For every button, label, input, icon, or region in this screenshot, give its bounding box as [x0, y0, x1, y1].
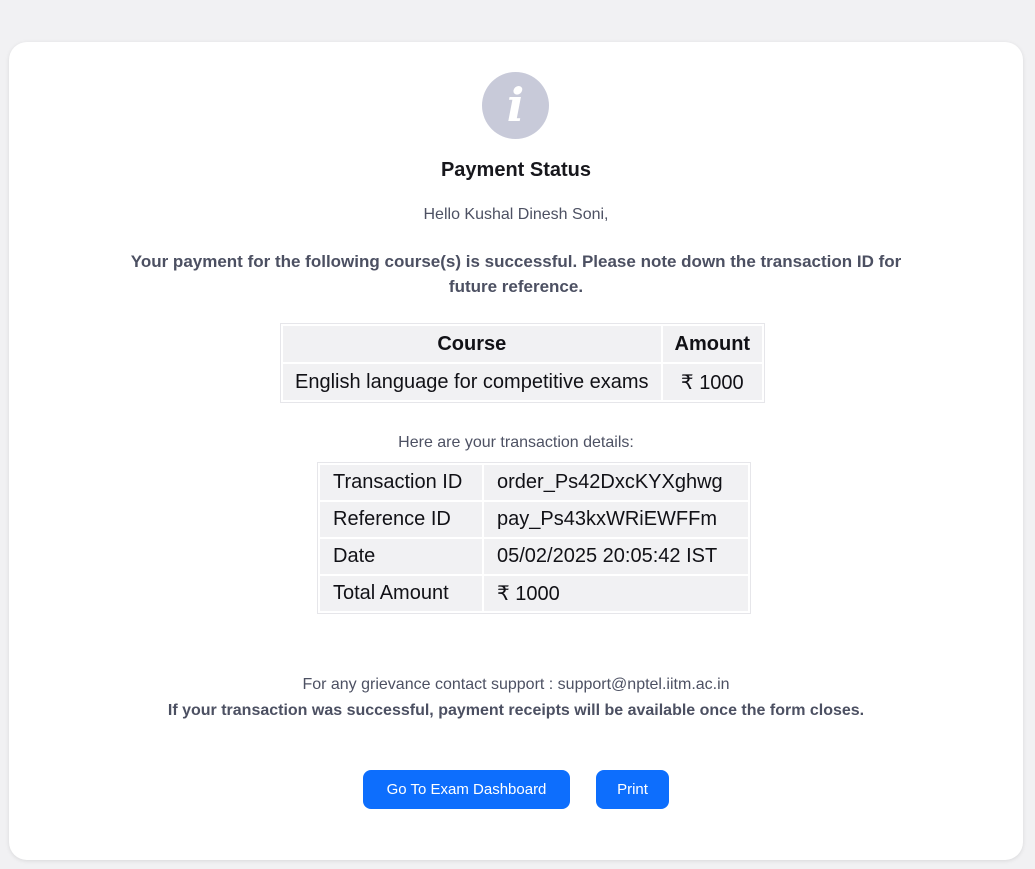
receipt-note: If your transaction was successful, paym…: [167, 702, 865, 719]
date-value: 05/02/2025 20:05:42 IST: [484, 539, 748, 574]
payment-status-card: i Payment Status Hello Kushal Dinesh Son…: [9, 42, 1023, 860]
reference-id-value: pay_Ps43kxWRiEWFFm: [484, 502, 748, 537]
greeting-text: Hello Kushal Dinesh Soni,: [423, 206, 609, 223]
table-header-row: Course Amount: [283, 326, 763, 362]
details-intro: Here are your transaction details:: [398, 434, 634, 451]
amount-header: Amount: [662, 326, 763, 362]
print-button[interactable]: Print: [596, 770, 669, 809]
total-amount-label: Total Amount: [320, 576, 482, 611]
table-row: English language for competitive exams ₹…: [283, 364, 763, 400]
page-title: Payment Status: [440, 159, 592, 181]
table-row: Date 05/02/2025 20:05:42 IST: [320, 539, 748, 574]
success-message: Your payment for the following course(s)…: [130, 252, 902, 296]
transaction-id-value: order_Ps42DxcKYXghwg: [484, 465, 748, 500]
transaction-id-label: Transaction ID: [320, 465, 482, 500]
date-label: Date: [320, 539, 482, 574]
course-header: Course: [283, 326, 661, 362]
course-name: English language for competitive exams: [283, 364, 661, 400]
reference-id-label: Reference ID: [320, 502, 482, 537]
go-to-exam-dashboard-button[interactable]: Go To Exam Dashboard: [363, 770, 570, 809]
total-amount-value: ₹ 1000: [484, 576, 748, 611]
course-amount: ₹ 1000: [662, 364, 763, 400]
info-icon: i: [482, 72, 549, 139]
table-row: Transaction ID order_Ps42DxcKYXghwg: [320, 465, 748, 500]
transaction-details-table: Transaction ID order_Ps42DxcKYXghwg Refe…: [317, 462, 751, 614]
table-row: Reference ID pay_Ps43kxWRiEWFFm: [320, 502, 748, 537]
table-row: Total Amount ₹ 1000: [320, 576, 748, 611]
support-contact-text: For any grievance contact support : supp…: [302, 676, 730, 693]
course-table: Course Amount English language for compe…: [280, 323, 766, 403]
